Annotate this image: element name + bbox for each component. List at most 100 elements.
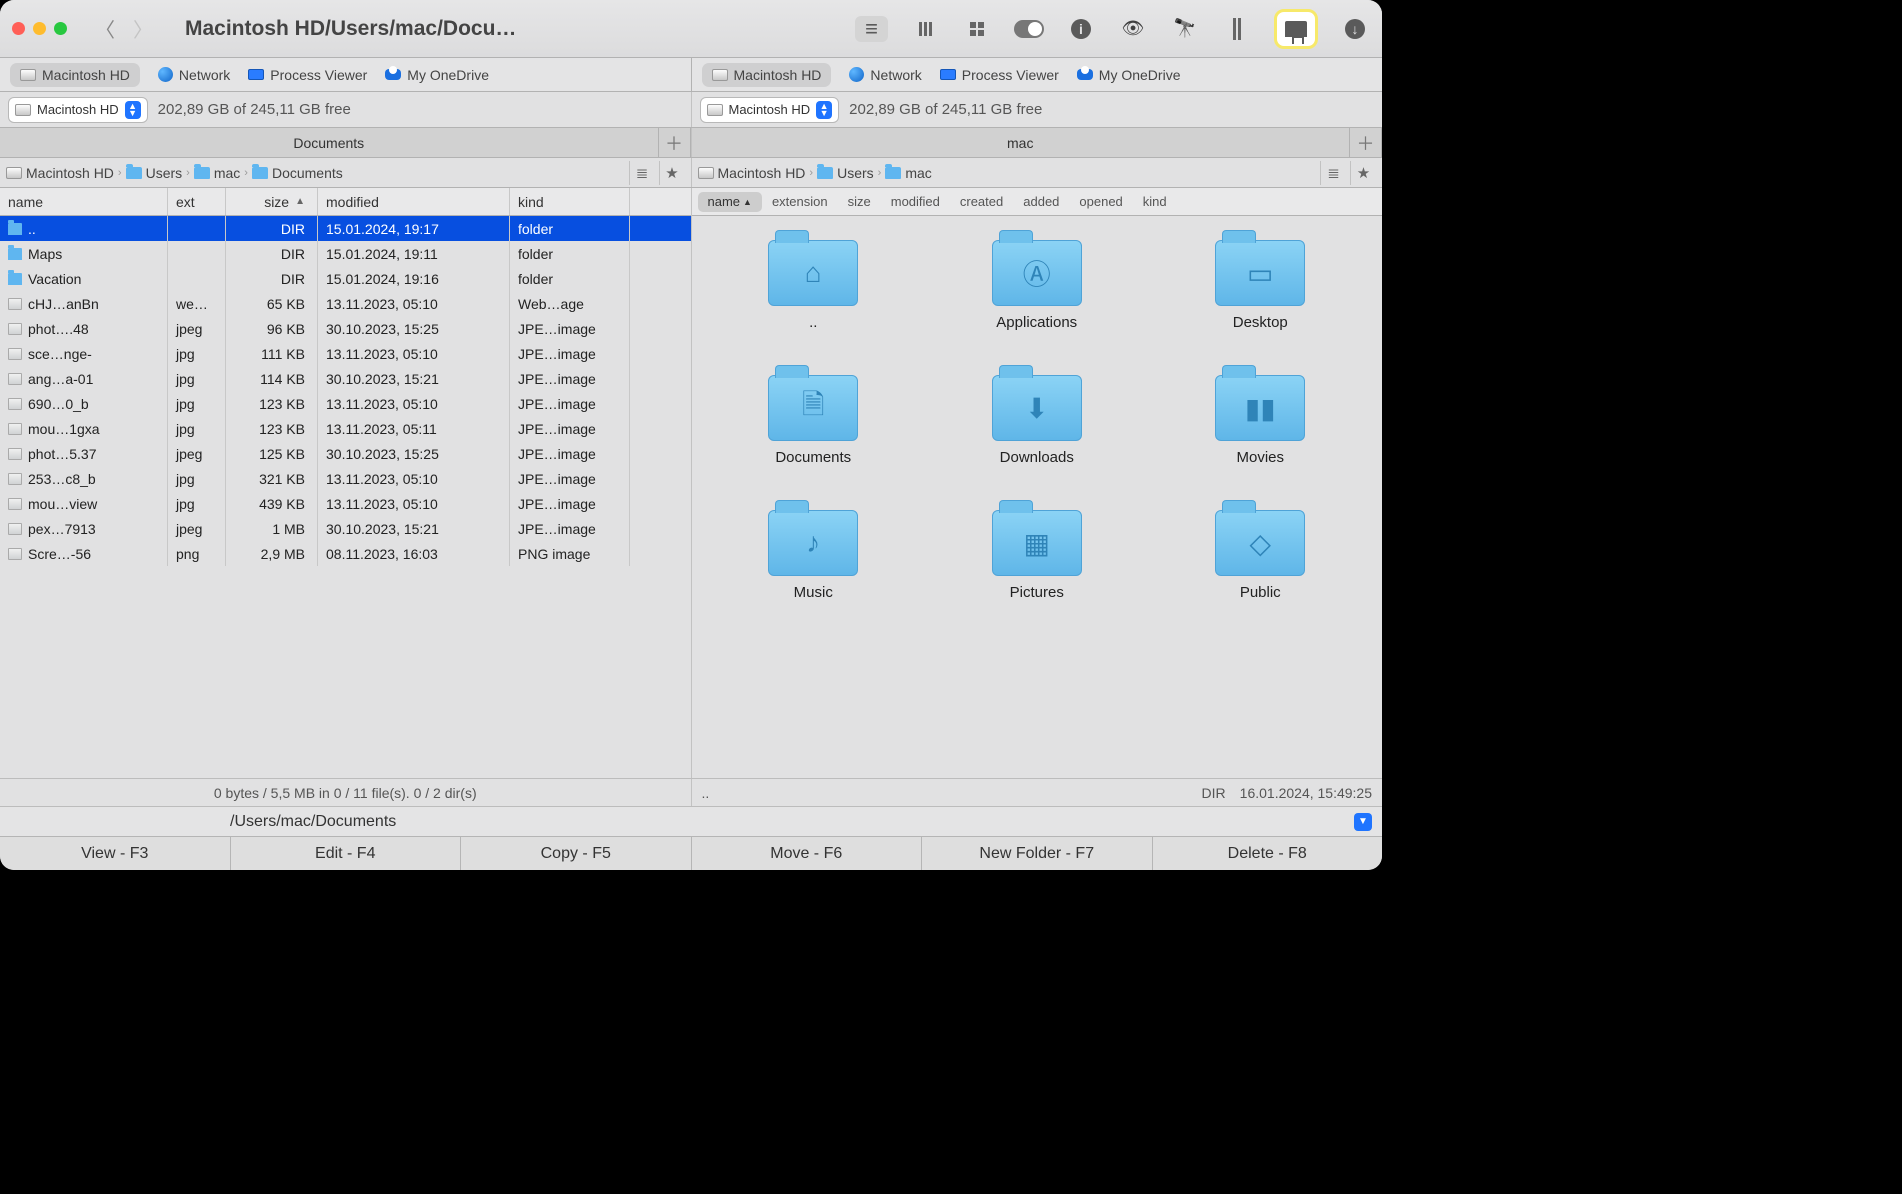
grid-item[interactable]: 🗎Documents bbox=[738, 375, 888, 466]
table-row[interactable]: sce…nge-jpg111 KB13.11.2023, 05:10JPE…im… bbox=[0, 341, 691, 366]
fn-button[interactable]: New Folder - F7 bbox=[922, 837, 1153, 870]
fn-button[interactable]: Edit - F4 bbox=[231, 837, 462, 870]
path-dropdown[interactable]: ▼ bbox=[1354, 813, 1372, 831]
breadcrumb-item[interactable]: Macintosh HD bbox=[6, 165, 114, 181]
file-kind: JPE…image bbox=[510, 491, 630, 516]
table-row[interactable]: ..DIR15.01.2024, 19:17folder bbox=[0, 216, 691, 241]
connect-server-button[interactable] bbox=[1274, 9, 1318, 49]
favorite-item[interactable]: Process Viewer bbox=[248, 67, 367, 83]
file-ext: jpg bbox=[168, 366, 226, 391]
view-grid-button[interactable] bbox=[962, 16, 992, 42]
table-row[interactable]: 690…0_bjpg123 KB13.11.2023, 05:10JPE…ima… bbox=[0, 391, 691, 416]
fn-button[interactable]: Delete - F8 bbox=[1153, 837, 1383, 870]
columns-icon bbox=[919, 22, 932, 36]
col-name[interactable]: name bbox=[0, 188, 168, 215]
hd-icon bbox=[20, 69, 36, 81]
info-button[interactable]: i bbox=[1066, 16, 1096, 42]
image-icon bbox=[8, 523, 22, 535]
file-kind: JPE…image bbox=[510, 391, 630, 416]
grid-item[interactable]: ⬇Downloads bbox=[962, 375, 1112, 466]
grid-header-extension[interactable]: extension bbox=[762, 194, 838, 209]
fn-button[interactable]: Copy - F5 bbox=[461, 837, 692, 870]
breadcrumb-item[interactable]: mac bbox=[885, 165, 931, 181]
view-toggle-right[interactable]: ≣ bbox=[1320, 161, 1346, 185]
grid-item[interactable]: ⒶApplications bbox=[962, 240, 1112, 331]
table-row[interactable]: phot…5.37jpeg125 KB30.10.2023, 15:25JPE…… bbox=[0, 441, 691, 466]
table-row[interactable]: 253…c8_bjpg321 KB13.11.2023, 05:10JPE…im… bbox=[0, 466, 691, 491]
minimize-window-button[interactable] bbox=[33, 22, 46, 35]
grid-header-created[interactable]: created bbox=[950, 194, 1013, 209]
grid-item[interactable]: ♪Music bbox=[738, 510, 888, 601]
table-row[interactable]: phot….48jpeg96 KB30.10.2023, 15:25JPE…im… bbox=[0, 316, 691, 341]
search-button[interactable] bbox=[1170, 16, 1200, 42]
folder-icon: ▭ bbox=[1215, 240, 1305, 306]
right-grid-header: name ▲extensionsizemodifiedcreatedaddedo… bbox=[692, 188, 1383, 216]
grid-header-name[interactable]: name ▲ bbox=[698, 192, 762, 212]
table-row[interactable]: mou…1gxajpg123 KB13.11.2023, 05:11JPE…im… bbox=[0, 416, 691, 441]
file-size: DIR bbox=[226, 241, 318, 266]
folder-icon: ⌂ bbox=[768, 240, 858, 306]
favorite-toggle-left[interactable]: ★ bbox=[659, 161, 685, 185]
table-row[interactable]: cHJ…anBnwe…65 KB13.11.2023, 05:10Web…age bbox=[0, 291, 691, 316]
forward-button[interactable]: 〉 bbox=[133, 14, 153, 43]
grid-item[interactable]: ◇Public bbox=[1185, 510, 1335, 601]
view-toggle-left[interactable]: ≣ bbox=[629, 161, 655, 185]
download-button[interactable]: ↓ bbox=[1340, 16, 1370, 42]
grid-header-added[interactable]: added bbox=[1013, 194, 1069, 209]
file-ext: png bbox=[168, 541, 226, 566]
fn-button[interactable]: View - F3 bbox=[0, 837, 231, 870]
col-ext[interactable]: ext bbox=[168, 188, 226, 215]
fn-button[interactable]: Move - F6 bbox=[692, 837, 923, 870]
breadcrumb-item[interactable]: Users bbox=[126, 165, 183, 181]
breadcrumb-item[interactable]: Users bbox=[817, 165, 874, 181]
col-modified[interactable]: modified bbox=[318, 188, 510, 215]
add-tab-left[interactable]: ＋ bbox=[659, 128, 691, 157]
image-icon bbox=[8, 398, 22, 410]
grid-item[interactable]: ▮▮Movies bbox=[1185, 375, 1335, 466]
image-icon bbox=[8, 548, 22, 560]
table-row[interactable]: Scre…-56png2,9 MB08.11.2023, 16:03PNG im… bbox=[0, 541, 691, 566]
file-ext: jpeg bbox=[168, 441, 226, 466]
favorite-item[interactable]: Network bbox=[849, 67, 921, 83]
tab-left[interactable]: Documents bbox=[0, 128, 659, 157]
breadcrumb-item[interactable]: mac bbox=[194, 165, 240, 181]
drive-select-left[interactable]: Macintosh HD ▲▼ bbox=[8, 97, 148, 123]
favorite-item[interactable]: Macintosh HD bbox=[10, 63, 140, 87]
view-list-button[interactable] bbox=[855, 16, 888, 42]
favorite-item[interactable]: My OneDrive bbox=[385, 67, 489, 83]
quicklook-button[interactable] bbox=[1118, 16, 1148, 42]
compress-button[interactable] bbox=[1222, 16, 1252, 42]
grid-item[interactable]: ▦Pictures bbox=[962, 510, 1112, 601]
tab-right[interactable]: mac bbox=[692, 128, 1351, 157]
table-row[interactable]: mou…viewjpg439 KB13.11.2023, 05:10JPE…im… bbox=[0, 491, 691, 516]
grid-header-size[interactable]: size bbox=[838, 194, 881, 209]
favorite-toggle-right[interactable]: ★ bbox=[1350, 161, 1376, 185]
add-tab-right[interactable]: ＋ bbox=[1350, 128, 1382, 157]
grid-item[interactable]: ⌂.. bbox=[738, 240, 888, 331]
favorite-item[interactable]: Macintosh HD bbox=[702, 63, 832, 87]
zoom-window-button[interactable] bbox=[54, 22, 67, 35]
table-row[interactable]: VacationDIR15.01.2024, 19:16folder bbox=[0, 266, 691, 291]
favorite-item[interactable]: Network bbox=[158, 67, 230, 83]
grid-header-opened[interactable]: opened bbox=[1069, 194, 1132, 209]
file-kind: folder bbox=[510, 266, 630, 291]
hidden-toggle[interactable] bbox=[1014, 16, 1044, 42]
table-row[interactable]: MapsDIR15.01.2024, 19:11folder bbox=[0, 241, 691, 266]
breadcrumb-item[interactable]: Macintosh HD bbox=[698, 165, 806, 181]
favorite-item[interactable]: Process Viewer bbox=[940, 67, 1059, 83]
close-window-button[interactable] bbox=[12, 22, 25, 35]
breadcrumb-item[interactable]: Documents bbox=[252, 165, 343, 181]
table-row[interactable]: pex…7913jpeg1 MB30.10.2023, 15:21JPE…ima… bbox=[0, 516, 691, 541]
drive-select-right[interactable]: Macintosh HD ▲▼ bbox=[700, 97, 840, 123]
grid-header-kind[interactable]: kind bbox=[1133, 194, 1177, 209]
grid-header-modified[interactable]: modified bbox=[881, 194, 950, 209]
file-ext: we… bbox=[168, 291, 226, 316]
col-rest bbox=[630, 188, 691, 215]
table-row[interactable]: ang…a-01jpg114 KB30.10.2023, 15:21JPE…im… bbox=[0, 366, 691, 391]
grid-item[interactable]: ▭Desktop bbox=[1185, 240, 1335, 331]
col-size[interactable]: size▲ bbox=[226, 188, 318, 215]
back-button[interactable]: 〈 bbox=[95, 14, 115, 43]
view-columns-button[interactable] bbox=[910, 16, 940, 42]
col-kind[interactable]: kind bbox=[510, 188, 630, 215]
favorite-item[interactable]: My OneDrive bbox=[1077, 67, 1181, 83]
